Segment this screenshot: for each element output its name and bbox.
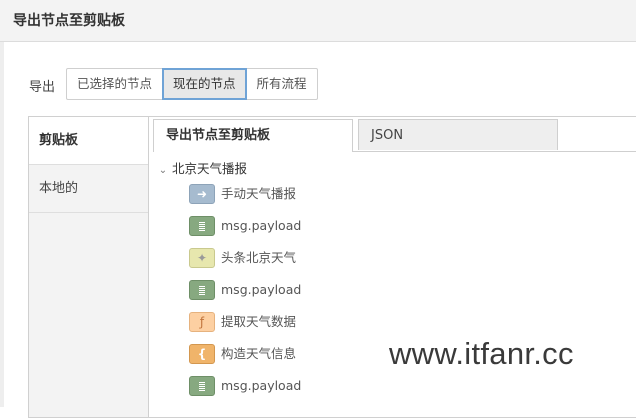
sidebar-item-clipboard[interactable]: 剪贴板 xyxy=(29,117,148,165)
node-label: 提取天气数据 xyxy=(221,314,297,329)
watermark: www.itfanr.cc xyxy=(389,336,574,371)
export-scope-group: 已选择的节点 现在的节点 所有流程 xyxy=(66,68,318,100)
function-icon: ƒ xyxy=(189,312,215,332)
flow-label: 北京天气播报 xyxy=(172,161,248,176)
export-current-button[interactable]: 现在的节点 xyxy=(162,68,247,100)
export-selected-button[interactable]: 已选择的节点 xyxy=(66,68,164,100)
export-label: 导出 xyxy=(29,80,56,95)
export-all-flows-button[interactable]: 所有流程 xyxy=(245,68,318,100)
sidebar-item-local[interactable]: 本地的 xyxy=(29,165,148,213)
node-label: 手动天气播报 xyxy=(221,186,297,201)
dialog-title: 导出节点至剪贴板 xyxy=(13,13,125,29)
node-item[interactable]: ➜ 手动天气播报 xyxy=(153,181,633,213)
export-panel: 剪贴板 本地的 导出节点至剪贴板 JSON ⌄ 北京天气播报 ➜ 手动天气播报 m… xyxy=(28,116,636,418)
debug-icon xyxy=(189,376,215,396)
node-label: 头条北京天气 xyxy=(221,250,297,265)
tab-json[interactable]: JSON xyxy=(358,119,558,150)
node-label: msg.payload xyxy=(221,378,302,393)
node-label: msg.payload xyxy=(221,282,302,297)
http-request-icon: ✦ xyxy=(189,248,215,268)
debug-icon xyxy=(189,280,215,300)
template-icon: { xyxy=(189,344,215,364)
node-label: msg.payload xyxy=(221,218,302,233)
chevron-down-icon[interactable]: ⌄ xyxy=(156,159,170,183)
inject-icon: ➜ xyxy=(189,184,215,204)
node-item[interactable]: ✦ 头条北京天气 xyxy=(153,245,633,277)
tab-export-clipboard[interactable]: 导出节点至剪贴板 xyxy=(153,119,353,152)
node-item[interactable]: msg.payload xyxy=(153,373,633,405)
tab-underline xyxy=(352,151,636,152)
debug-icon xyxy=(189,216,215,236)
export-sidebar: 剪贴板 本地的 xyxy=(29,117,149,417)
flow-item[interactable]: ⌄ 北京天气播报 xyxy=(153,157,633,181)
node-item[interactable]: msg.payload xyxy=(153,277,633,309)
node-item[interactable]: msg.payload xyxy=(153,213,633,245)
left-edge xyxy=(0,42,4,407)
dialog-titlebar: 导出节点至剪贴板 xyxy=(0,0,636,42)
node-label: 构造天气信息 xyxy=(221,346,297,361)
